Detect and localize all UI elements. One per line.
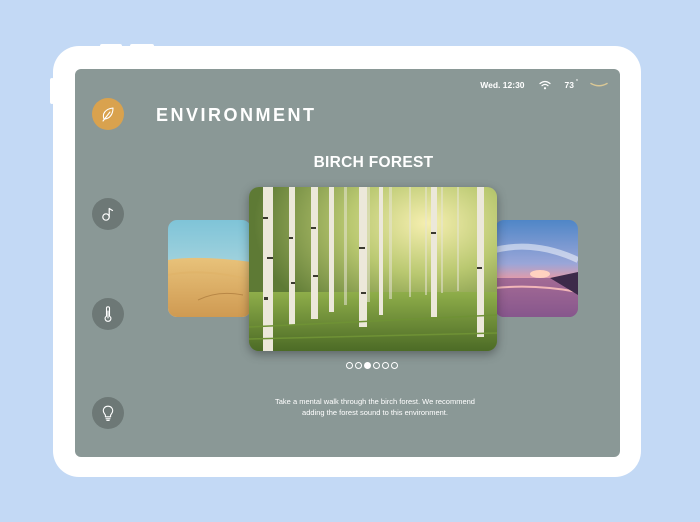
environment-title: BIRCH FOREST (313, 154, 434, 171)
leaf-icon (102, 107, 114, 122)
pagination-dot[interactable] (373, 362, 380, 369)
beach-dunes-image (168, 220, 251, 317)
status-datetime: Wed. 12:30 (480, 80, 525, 90)
app-screen: Wed. 12:30 73 ° ENVIRONMENT BIRCH FOREST… (75, 69, 620, 457)
pagination-dot[interactable] (355, 362, 362, 369)
pagination-dot[interactable] (382, 362, 389, 369)
pagination-dot[interactable] (346, 362, 353, 369)
sidebar-item-temperature[interactable] (92, 298, 124, 330)
birch-forest-image (249, 187, 497, 351)
environment-description: Take a mental walk through the birch for… (275, 397, 475, 417)
status-temperature: 73 ° (564, 79, 578, 90)
sunset-lake-image (495, 220, 578, 317)
music-note-icon (102, 207, 114, 221)
thermometer-icon (104, 306, 112, 322)
sidebar-item-lighting[interactable] (92, 397, 124, 429)
swipe-handle-icon[interactable] (590, 82, 608, 88)
tablet-power-button (130, 44, 154, 48)
pagination-dot[interactable] (391, 362, 398, 369)
status-bar: Wed. 12:30 73 ° (480, 79, 608, 90)
environment-card-birch-forest[interactable] (249, 187, 497, 351)
lightbulb-icon (102, 405, 114, 421)
carousel-pagination (346, 362, 398, 369)
environment-card-sunset-lake[interactable] (495, 220, 578, 317)
temperature-value: 73 (564, 80, 574, 90)
temperature-unit: ° (576, 79, 578, 85)
wifi-icon (538, 80, 551, 90)
sidebar-item-environment[interactable] (92, 98, 124, 130)
sidebar-item-music[interactable] (92, 198, 124, 230)
tablet-side-button (50, 78, 54, 104)
pagination-dot[interactable] (364, 362, 371, 369)
page-title: ENVIRONMENT (156, 105, 317, 125)
environment-card-beach-dunes[interactable] (168, 220, 251, 317)
tablet-volume-button (100, 44, 122, 48)
